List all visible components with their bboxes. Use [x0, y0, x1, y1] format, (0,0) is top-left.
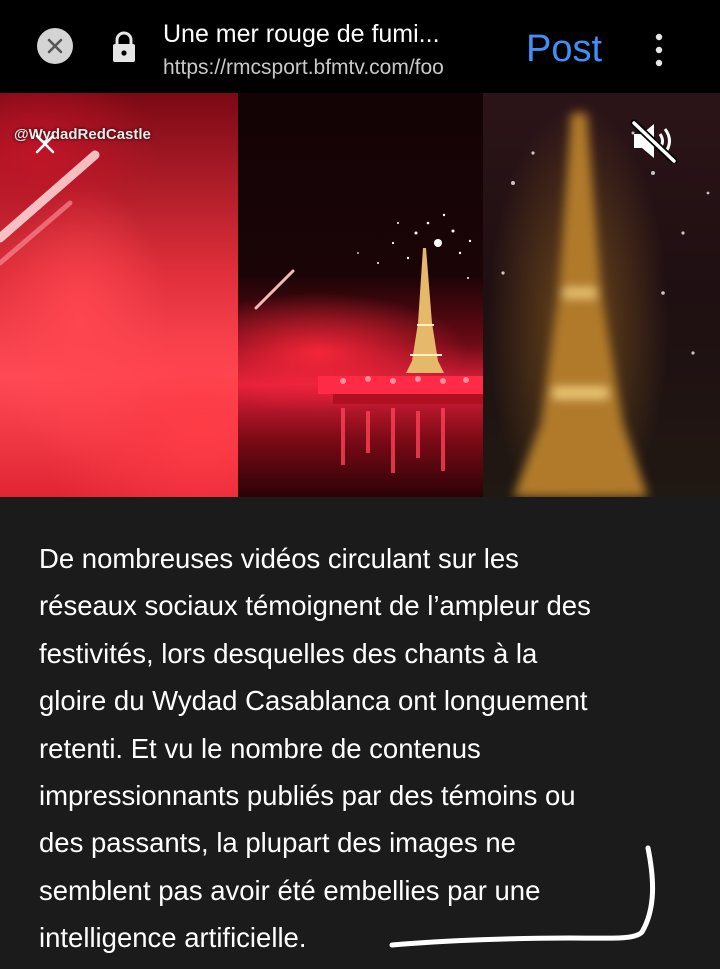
lock-icon	[113, 31, 135, 62]
post-button[interactable]: Post	[526, 26, 602, 72]
page-url: https://rmcsport.bfmtv.com/foo	[163, 56, 444, 79]
more-icon[interactable]	[647, 30, 671, 70]
close-button[interactable]	[37, 28, 73, 64]
article-line: retenti. Et vu le nombre de contenus	[39, 732, 481, 764]
page-title-block: Une mer rouge de fumi... https://rmcspor…	[163, 18, 508, 82]
video-panel-eiffel-closeup	[483, 93, 720, 497]
close-icon	[47, 38, 63, 54]
article-line: festivités, lors desquelles des chants à…	[39, 637, 538, 669]
article-line: gloire du Wydad Casablanca ont longuemen…	[39, 685, 588, 717]
article-line: impressionnants publiés par des témoins …	[39, 780, 576, 812]
article-line: réseaux sociaux témoignent de l’ampleur …	[39, 590, 591, 622]
eiffel-closeup-scene	[501, 113, 710, 497]
x-logo-icon	[35, 134, 55, 154]
article-line: De nombreuses vidéos circulant sur les	[39, 543, 519, 574]
eiffel-tower-scene	[254, 213, 483, 473]
video-player[interactable]: @WydadRedCastle	[0, 93, 720, 497]
browser-top-bar: Une mer rouge de fumi... https://rmcspor…	[0, 0, 720, 93]
handwritten-underline-mark	[389, 845, 656, 948]
video-panel-eiffel-night	[238, 93, 483, 497]
page-title: Une mer rouge de fumi...	[163, 20, 440, 48]
mute-icon[interactable]	[628, 119, 680, 163]
